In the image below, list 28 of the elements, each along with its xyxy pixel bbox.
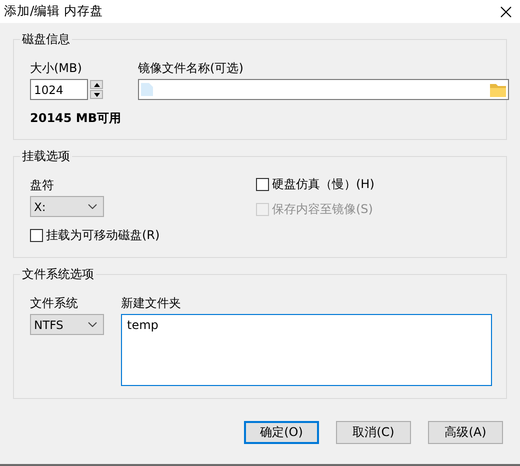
checkbox[interactable]: [30, 228, 43, 242]
close-icon[interactable]: [500, 6, 512, 18]
window-title: 添加/编辑 内存盘: [4, 3, 104, 20]
field-label: 新建文件夹: [121, 295, 182, 311]
chevron-down-icon: [88, 204, 97, 209]
field-label: 盘符: [30, 177, 55, 193]
checkbox[interactable]: [256, 178, 269, 190]
dialog-button[interactable]: 取消(C): [336, 421, 411, 444]
checkbox-label: 挂载为可移动磁盘(R): [46, 226, 160, 244]
chevron-down-icon: [88, 322, 97, 327]
field-label: 大小(MB): [30, 60, 83, 76]
group-title: 挂载选项: [20, 148, 72, 164]
group-title: 文件系统选项: [20, 266, 96, 282]
free-space-text: 20145 MB可用: [30, 110, 122, 127]
spin-buttons[interactable]: [90, 80, 103, 99]
field-label: 镜像文件名称(可选): [138, 60, 244, 76]
group-title: 磁盘信息: [20, 31, 72, 47]
file-field[interactable]: [138, 79, 510, 100]
document-icon: [141, 83, 154, 96]
dropdown[interactable]: NTFS: [30, 314, 104, 335]
dropdown[interactable]: X:: [30, 196, 104, 217]
size-field[interactable]: 1024: [30, 79, 88, 100]
folder-name-field[interactable]: temp: [121, 314, 492, 386]
dialog-button[interactable]: 高级(A): [428, 421, 503, 444]
checkbox-label: 保存内容至镜像(S): [272, 200, 373, 218]
field-label: 文件系统: [30, 295, 79, 311]
dialog-button[interactable]: 确定(O): [244, 421, 319, 444]
checkbox-label: 硬盘仿真（慢）(H): [272, 176, 374, 192]
